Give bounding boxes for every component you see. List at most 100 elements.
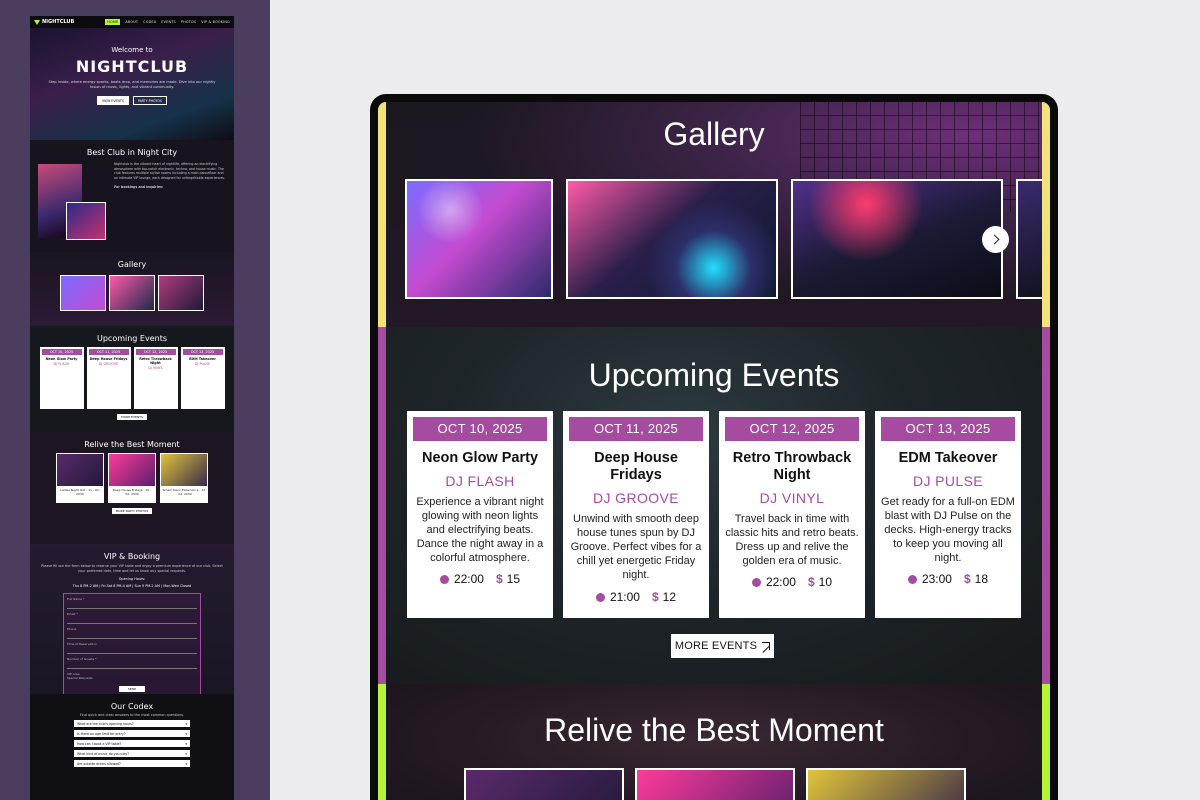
mini-booking-form: Full Name * Email * Phone Time of Reserv… xyxy=(63,592,201,701)
mini-relive-card[interactable]: Deep House Fridays - 15 - 02, 2030 xyxy=(108,453,156,503)
cocktail-icon xyxy=(34,19,40,25)
chevron-down-icon: ▾ xyxy=(185,721,187,726)
more-events-button[interactable]: MORE EVENTS xyxy=(671,634,774,658)
mini-nav-events[interactable]: EVENTS xyxy=(161,20,176,24)
mini-vip-text: Please fill out the form below to reserv… xyxy=(41,564,223,573)
mini-more-events-button[interactable]: MORE EVENTS xyxy=(117,414,147,420)
mini-codex-text: Find quick and clear answers to the most… xyxy=(79,713,185,717)
event-time: 22:00 xyxy=(765,575,796,589)
clock-icon xyxy=(751,578,761,587)
mini-event-card[interactable]: OCT 13, 2025 EDM Takeover DJ PULSE xyxy=(180,347,225,409)
event-dj: DJ VINYL xyxy=(759,490,825,506)
mini-logo: NIGHTCLUB xyxy=(34,19,74,25)
edge-strip-lime xyxy=(1042,684,1050,800)
edge-strip-lime xyxy=(378,684,386,800)
mini-nav-vip[interactable]: VIP & BOOKING xyxy=(201,20,230,24)
chevron-right-icon xyxy=(989,234,999,245)
mini-email-field[interactable] xyxy=(67,616,197,624)
event-dj: DJ GROOVE xyxy=(592,490,680,506)
mini-faq-item[interactable]: What kind of music do you play? ▾ xyxy=(74,750,190,757)
relive-photo[interactable] xyxy=(464,768,624,800)
relive-photo[interactable] xyxy=(635,768,795,800)
mini-hero: Welcome to NIGHTCLUB Step inside, where … xyxy=(30,28,234,140)
event-card[interactable]: OCT 10, 2025 Neon Glow Party DJ FLASH Ex… xyxy=(407,411,553,618)
gallery-next-button[interactable] xyxy=(982,226,1009,253)
arrow-up-right-icon xyxy=(762,642,771,650)
mini-more-photos-button[interactable]: MORE PARTY PHOTOS xyxy=(111,508,153,514)
gallery-section: Gallery xyxy=(378,102,1050,327)
events-title: Upcoming Events xyxy=(588,357,840,393)
event-description: Get ready for a full-on EDM blast with D… xyxy=(881,496,1015,564)
chevron-down-icon: ▾ xyxy=(185,761,187,766)
mini-time-field[interactable] xyxy=(67,646,197,654)
event-meta: 22:00 $10 xyxy=(719,575,865,589)
mini-phone-field[interactable] xyxy=(67,631,197,639)
mini-nav-home[interactable]: HOME xyxy=(105,19,121,25)
mini-nav-about[interactable]: ABOUT xyxy=(125,20,138,24)
mini-nav-photos[interactable]: PHOTOS xyxy=(181,20,196,24)
mini-event-card[interactable]: OCT 12, 2025 Retro Throwback Night DJ VINY… xyxy=(133,347,178,409)
mini-view-events-button[interactable]: VIEW EVENTS xyxy=(97,96,129,106)
mini-faq-item[interactable]: How can I book a VIP table? ▾ xyxy=(74,740,190,747)
dollar-icon: $ xyxy=(807,575,815,589)
event-card[interactable]: OCT 12, 2025 Retro Throwback Night DJ VI… xyxy=(719,411,865,618)
mini-guests-field[interactable] xyxy=(67,661,197,669)
mini-about-image xyxy=(66,202,106,240)
event-meta: 23:00 $18 xyxy=(875,572,1021,586)
mini-gallery-photo[interactable] xyxy=(158,275,204,311)
event-meta: 22:00 $15 xyxy=(407,572,553,586)
event-title: EDM Takeover xyxy=(898,450,998,466)
mini-name-field[interactable] xyxy=(67,601,197,609)
mini-faq-item[interactable]: What are the club's opening hours? ▾ xyxy=(74,720,190,727)
chevron-down-icon: ▾ xyxy=(185,731,187,736)
mini-relive-card[interactable]: Smart Disco Experience - 15 - 02, 2030 xyxy=(160,453,208,503)
mini-gallery-photo[interactable] xyxy=(109,275,155,311)
clock-icon xyxy=(907,575,917,584)
event-dj: DJ PULSE xyxy=(912,473,984,489)
mini-event-card[interactable]: OCT 10, 2025 Neon Glow Party DJ FLASH xyxy=(39,347,84,409)
event-date: OCT 12, 2025 xyxy=(725,417,859,441)
chevron-down-icon: ▾ xyxy=(185,751,187,756)
mini-events-title: Upcoming Events xyxy=(96,334,168,343)
event-card[interactable]: OCT 11, 2025 Deep House Fridays DJ GROOV… xyxy=(563,411,709,618)
gallery-photo-crowd[interactable] xyxy=(405,179,553,299)
event-time: 21:00 xyxy=(609,590,640,604)
event-description: Unwind with smooth deep house tunes spun… xyxy=(570,513,702,581)
mini-vip-section: VIP & Booking Please fill out the form b… xyxy=(30,544,234,701)
mini-hero-welcome: Welcome to xyxy=(111,46,153,54)
mini-faq-item[interactable]: Is there an age limit for entry? ▾ xyxy=(74,730,190,737)
preview-panel: NIGHTCLUB HOME ABOUT CODEX EVENTS PHOTOS… xyxy=(0,0,270,800)
events-section: Upcoming Events OCT 10, 2025 Neon Glow P… xyxy=(378,327,1050,684)
event-dj: DJ FLASH xyxy=(445,473,515,489)
event-price: 18 xyxy=(974,572,989,586)
tablet-screen: Gallery Upcoming Events OCT 10, 2025 Neo… xyxy=(378,102,1050,800)
tablet-frame: Gallery Upcoming Events OCT 10, 2025 Neo… xyxy=(370,94,1058,800)
mini-gallery-section: Gallery xyxy=(30,252,234,326)
event-date: OCT 11, 2025 xyxy=(569,417,703,441)
mini-send-button[interactable]: SEND xyxy=(119,685,145,692)
mini-party-photos-button[interactable]: PARTY PHOTOS xyxy=(132,96,167,106)
mini-vip-title: VIP & Booking xyxy=(103,552,161,561)
event-title: Deep House Fridays xyxy=(594,450,678,483)
gallery-photo-dancers[interactable] xyxy=(791,179,1003,299)
mini-codex-section: Our Codex Find quick and clear answers t… xyxy=(30,694,234,800)
event-price: 12 xyxy=(662,590,677,604)
mini-relive-card[interactable]: Ladies Night Out - 11 - 02, 2030 xyxy=(56,453,104,503)
event-card[interactable]: OCT 13, 2025 EDM Takeover DJ PULSE Get r… xyxy=(875,411,1021,618)
mini-codex-title: Our Codex xyxy=(110,702,154,711)
gallery-photo-dj-deck[interactable] xyxy=(566,179,778,299)
mini-event-card[interactable]: OCT 11, 2025 Deep House Fridays DJ GROOVE xyxy=(86,347,131,409)
mini-nav-codex[interactable]: CODEX xyxy=(143,20,156,24)
mini-faq-item[interactable]: Are outside drinks allowed? ▾ xyxy=(74,760,190,767)
full-page-thumbnail: NIGHTCLUB HOME ABOUT CODEX EVENTS PHOTOS… xyxy=(30,16,234,800)
relive-photo[interactable] xyxy=(806,768,966,800)
mini-gallery-title: Gallery xyxy=(117,260,147,269)
chevron-down-icon: ▾ xyxy=(185,741,187,746)
mini-relive-section: Relive the Best Moment Ladies Night Out … xyxy=(30,432,234,544)
event-price: 15 xyxy=(506,572,521,586)
mini-about-section: Best Club in Night City Nightclub is the… xyxy=(30,140,234,252)
mini-gallery-photo[interactable] xyxy=(60,275,106,311)
mini-vip-hours: Thu 8 PM-2 AM | Fri-Sat 8 PM-4 AM | Sun … xyxy=(72,583,192,588)
event-meta: 21:00 $12 xyxy=(563,590,709,604)
relive-title: Relive the Best Moment xyxy=(544,712,884,748)
